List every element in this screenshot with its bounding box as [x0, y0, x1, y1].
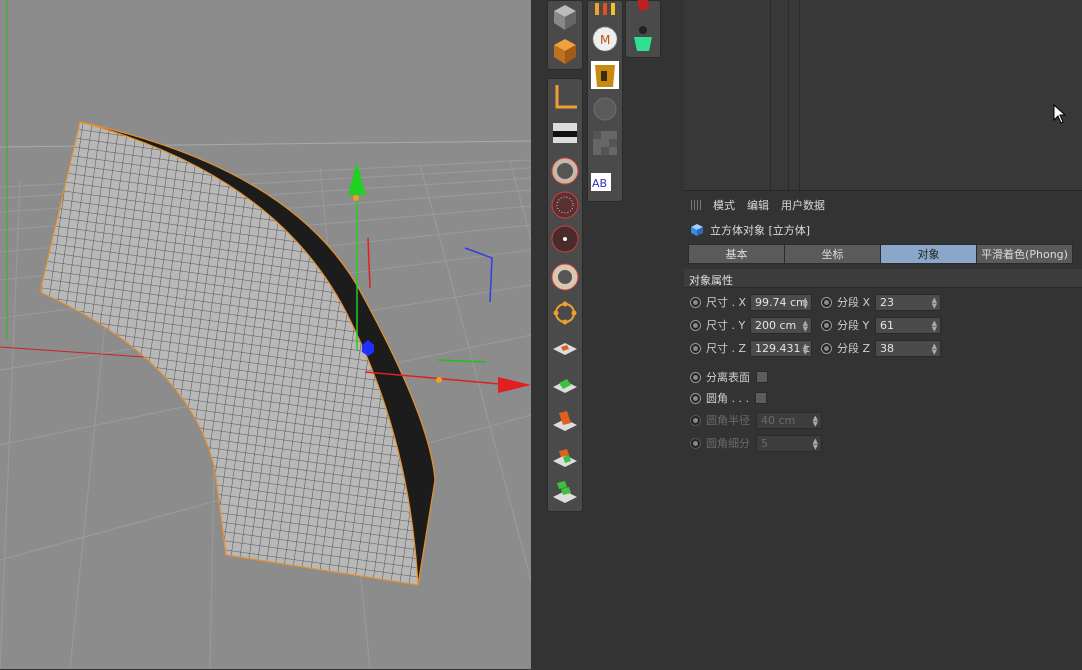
fracture-stack-icon[interactable]	[549, 405, 581, 437]
cube-orange-icon[interactable]	[549, 35, 581, 67]
star-radial-icon[interactable]	[549, 261, 581, 293]
fracture-mixed-icon[interactable]	[549, 441, 581, 473]
size-y-value: 200 cm	[755, 318, 797, 332]
radial-spline-icon[interactable]	[549, 155, 581, 187]
svg-text:AB: AB	[592, 177, 607, 190]
primitive-palette	[547, 0, 583, 70]
size-z-radio[interactable]	[690, 342, 701, 354]
size-y-radio[interactable]	[690, 319, 701, 331]
cube-object-icon	[691, 224, 703, 236]
seg-z-radio[interactable]	[821, 342, 832, 354]
seg-z-row: 分段 Z 38 ▲ ▼	[821, 339, 941, 357]
fracture-green-icon[interactable]	[549, 369, 581, 401]
seg-y-label: 分段 Y	[837, 319, 870, 332]
size-x-radio[interactable]	[690, 296, 701, 308]
grip-icon[interactable]	[691, 200, 703, 210]
viewport-scene	[0, 0, 531, 669]
fracture-green-stack-icon[interactable]	[549, 475, 581, 507]
size-x-label: 尺寸 . X	[706, 296, 747, 309]
attribute-tabs: 基本 坐标 对象 平滑着色(Phong)	[688, 244, 1073, 264]
seg-y-field[interactable]: 61 ▲ ▼	[875, 316, 941, 334]
dot-radial-icon[interactable]	[549, 223, 581, 255]
cube-icon[interactable]	[549, 1, 581, 33]
seg-y-row: 分段 Y 61 ▲ ▼	[821, 316, 941, 334]
red-brush-icon[interactable]	[627, 0, 659, 21]
svg-text:M: M	[600, 33, 610, 47]
size-x-field[interactable]: 99.74 cm ▲ ▼	[750, 293, 812, 311]
circle-points-icon[interactable]	[549, 297, 581, 329]
size-x-row: 尺寸 . X 99.74 cm ▲ ▼	[690, 293, 812, 311]
size-x-value: 99.74 cm	[755, 295, 807, 309]
seg-x-label: 分段 X	[837, 296, 871, 309]
gizmo-x-arrow	[498, 377, 531, 393]
fillet-radius-radio	[690, 414, 701, 426]
character-palette	[625, 0, 661, 58]
section-header: 对象属性	[684, 269, 1082, 288]
fillet-radio[interactable]	[690, 392, 701, 404]
attribute-manager: 模式 编辑 用户数据 立方体对象 [立方体] 基本 坐标 对象 平滑着色(Pho…	[684, 190, 1082, 670]
menu-user-data[interactable]: 用户数据	[781, 197, 825, 213]
fillet-checkbox[interactable]	[754, 392, 767, 404]
ghost-sphere-icon[interactable]	[589, 93, 621, 125]
main-toolbar	[547, 78, 583, 512]
separate-checkbox[interactable]	[756, 371, 768, 383]
object-manager[interactable]	[684, 0, 1082, 190]
fillet-radius-label: 圆角半径	[706, 414, 750, 427]
seg-x-value: 23	[880, 295, 894, 309]
extra-palette: M AB	[587, 0, 623, 202]
toolbar-area: M AB	[531, 0, 684, 669]
seg-x-field[interactable]: 23 ▲ ▼	[875, 293, 941, 311]
seg-y-radio[interactable]	[821, 319, 832, 331]
fillet-sub-label: 圆角细分	[706, 437, 750, 450]
fillet-sub-field: 5 ▲ ▼	[756, 434, 822, 452]
gold-box-icon[interactable]	[589, 59, 621, 91]
size-z-row: 尺寸 . Z 129.431 c ▲ ▼	[690, 339, 812, 357]
menu-edit[interactable]: 编辑	[747, 197, 769, 213]
separate-row: 分离表面	[690, 368, 768, 386]
tab-basic[interactable]: 基本	[688, 244, 785, 264]
tab-phong[interactable]: 平滑着色(Phong)	[976, 244, 1073, 264]
seg-x-row: 分段 X 23 ▲ ▼	[821, 293, 941, 311]
mouse-cursor-icon	[1053, 104, 1067, 124]
fillet-radius-field: 40 cm ▲ ▼	[756, 411, 822, 429]
seg-x-radio[interactable]	[821, 296, 832, 308]
fillet-radius-value: 40 cm	[761, 413, 796, 427]
tab-coord[interactable]: 坐标	[784, 244, 881, 264]
fillet-radius-row: 圆角半径 40 cm ▲ ▼	[690, 411, 822, 429]
fillet-row: 圆角 . . .	[690, 389, 767, 407]
seg-z-label: 分段 Z	[837, 342, 871, 355]
3d-viewport[interactable]	[0, 0, 531, 669]
object-title-text: 立方体对象 [立方体]	[710, 224, 811, 237]
dark-radial-icon[interactable]	[549, 189, 581, 221]
separate-radio[interactable]	[690, 371, 701, 383]
size-z-field[interactable]: 129.431 c ▲ ▼	[750, 339, 812, 357]
seg-y-value: 61	[880, 318, 894, 332]
seg-z-field[interactable]: 38 ▲ ▼	[875, 339, 941, 357]
tab-object[interactable]: 对象	[880, 244, 977, 264]
fillet-sub-row: 圆角细分 5 ▲ ▼	[690, 434, 822, 452]
gear-m-icon[interactable]: M	[589, 23, 621, 55]
menu-mode[interactable]: 模式	[713, 197, 735, 213]
size-y-row: 尺寸 . Y 200 cm ▲ ▼	[690, 316, 812, 334]
axis-icon[interactable]	[549, 81, 581, 113]
person-green-icon[interactable]	[627, 23, 659, 55]
gradient-icon[interactable]	[549, 117, 581, 149]
object-title: 立方体对象 [立方体]	[690, 222, 810, 238]
size-y-field[interactable]: 200 cm ▲ ▼	[750, 316, 812, 334]
separate-label: 分离表面	[706, 371, 750, 384]
seg-z-value: 38	[880, 341, 894, 355]
size-y-label: 尺寸 . Y	[706, 319, 746, 332]
size-z-label: 尺寸 . Z	[706, 342, 747, 355]
fillet-sub-value: 5	[761, 436, 768, 450]
fracture-orange-icon[interactable]	[549, 333, 581, 365]
attribute-menubar: 模式 编辑 用户数据	[684, 195, 1082, 215]
fillet-label: 圆角 . . .	[706, 392, 749, 405]
fillet-sub-radio	[690, 437, 701, 449]
section-title: 对象属性	[689, 274, 733, 287]
ab-text-icon[interactable]: AB	[589, 167, 621, 199]
checker-icon[interactable]	[589, 127, 621, 159]
